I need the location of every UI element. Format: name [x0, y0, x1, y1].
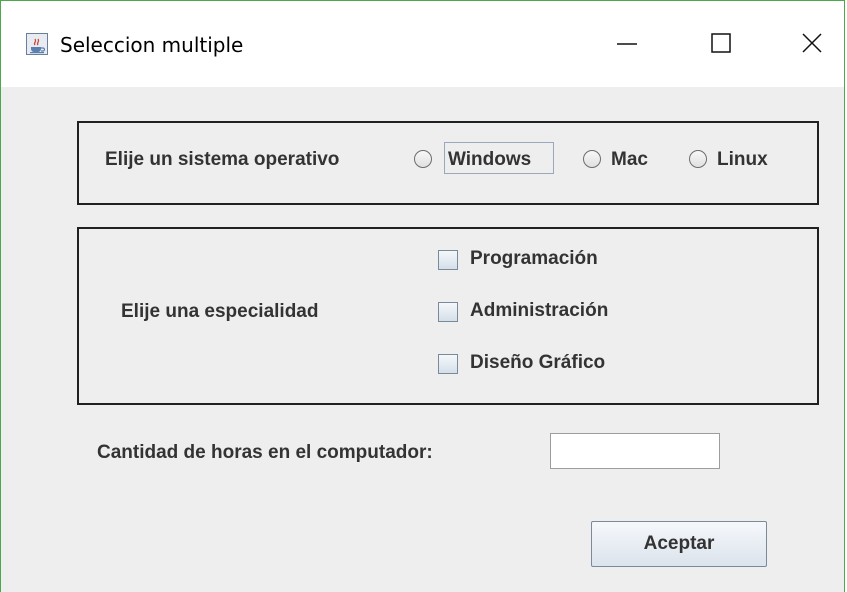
specialty-label: Elije una especialidad [121, 301, 319, 322]
checkbox-programacion-label[interactable]: Programación [470, 248, 598, 270]
accept-button[interactable]: Aceptar [591, 521, 767, 567]
close-button[interactable] [780, 21, 840, 67]
radio-mac[interactable] [583, 150, 601, 168]
checkbox-diseno-grafico-label[interactable]: Diseño Gráfico [470, 352, 605, 374]
close-icon [802, 33, 822, 53]
content-pane: Elije un sistema operativo Windows Mac L… [1, 87, 844, 592]
maximize-button[interactable] [693, 21, 753, 67]
checkbox-programacion[interactable] [438, 250, 458, 270]
os-label: Elije un sistema operativo [105, 149, 340, 170]
radio-linux-label[interactable]: Linux [717, 149, 768, 171]
radio-windows-label[interactable]: Windows [448, 149, 531, 171]
hours-label: Cantidad de horas en el computador: [97, 442, 433, 463]
maximize-icon [711, 33, 731, 53]
checkbox-diseno-grafico[interactable] [438, 354, 458, 374]
java-coffee-cup-icon [26, 33, 48, 55]
radio-windows[interactable] [414, 150, 432, 168]
title-bar[interactable]: Seleccion multiple [1, 1, 844, 87]
hours-input[interactable] [550, 433, 720, 469]
window-title: Seleccion multiple [60, 33, 244, 57]
minimize-button[interactable] [595, 21, 655, 67]
radio-mac-label[interactable]: Mac [611, 149, 648, 171]
radio-linux[interactable] [689, 150, 707, 168]
minimize-icon [617, 43, 637, 45]
checkbox-administracion[interactable] [438, 302, 458, 322]
checkbox-administracion-label[interactable]: Administración [470, 300, 608, 322]
app-window: Seleccion multiple Elije un sistema oper… [0, 0, 845, 592]
